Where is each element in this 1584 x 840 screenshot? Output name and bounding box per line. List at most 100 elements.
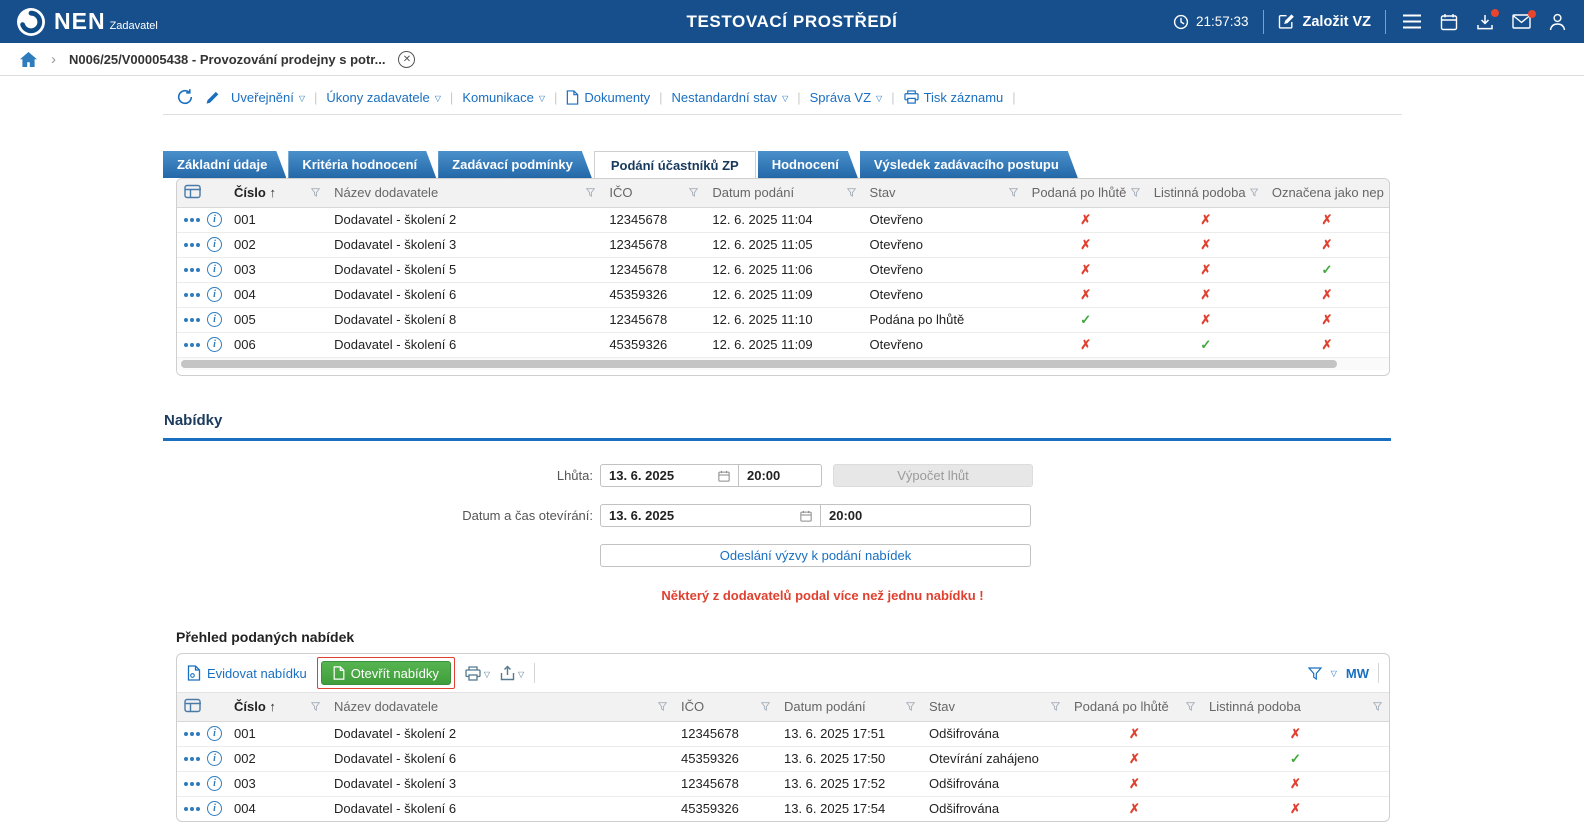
messages-button[interactable] xyxy=(1510,10,1536,31)
table-row[interactable]: i 004 Dodavatel - školení 6 45359326 12. 6. … xyxy=(177,282,1389,308)
info-icon[interactable]: i xyxy=(207,312,222,327)
table-row[interactable]: i 004 Dodavatel - školení 6 45359326 13. 6. … xyxy=(177,796,1389,821)
column-filter-icon[interactable] xyxy=(311,188,321,198)
table-row[interactable]: i 002 Dodavatel - školení 3 12345678 12. 6. … xyxy=(177,232,1389,258)
tab[interactable]: Hodnocení xyxy=(758,151,858,178)
column-header[interactable]: Stav xyxy=(922,693,1067,722)
toolbar-link[interactable]: Komunikace ▽ xyxy=(462,90,545,105)
column-header[interactable]: Název dodavatele xyxy=(327,179,603,208)
row-menu-icon[interactable] xyxy=(184,731,200,736)
horizontal-scrollbar[interactable] xyxy=(177,357,1389,370)
tab[interactable]: Zadávací podmínky xyxy=(438,151,592,178)
grid-settings-header[interactable] xyxy=(177,693,227,722)
column-filter-icon[interactable] xyxy=(1373,702,1382,712)
info-icon[interactable]: i xyxy=(207,801,222,817)
info-icon[interactable]: i xyxy=(207,287,222,302)
opening-date-input[interactable]: 13. 6. 2025 xyxy=(600,504,821,527)
deadline-date-input[interactable]: 13. 6. 2025 xyxy=(600,464,739,487)
column-filter-icon[interactable] xyxy=(1008,188,1018,198)
info-icon[interactable]: i xyxy=(207,726,222,741)
menu-button[interactable] xyxy=(1400,12,1424,31)
calendar-icon[interactable] xyxy=(800,510,812,522)
tab[interactable]: Výsledek zadávacího postupu xyxy=(860,151,1078,178)
tab[interactable]: Základní údaje xyxy=(163,151,286,178)
chevron-down-icon[interactable]: ▽ xyxy=(1331,669,1337,678)
send-invite-button[interactable]: Odeslání výzvy k podání nabídek xyxy=(600,544,1031,567)
compute-deadlines-button[interactable]: Výpočet lhůt xyxy=(833,464,1033,487)
row-menu-icon[interactable] xyxy=(184,242,200,247)
print-menu-button[interactable]: ▽ xyxy=(465,665,490,681)
toolbar-link[interactable]: Tisk záznamu xyxy=(903,90,1003,105)
info-icon[interactable]: i xyxy=(207,262,222,277)
profile-button[interactable] xyxy=(1547,11,1568,33)
history-button[interactable] xyxy=(176,88,194,106)
row-menu-icon[interactable] xyxy=(184,781,200,786)
row-menu-icon[interactable] xyxy=(184,756,200,761)
info-icon[interactable]: i xyxy=(207,237,222,252)
table-row[interactable]: i 001 Dodavatel - školení 2 12345678 13. 6. … xyxy=(177,721,1389,747)
column-filter-icon[interactable] xyxy=(658,702,667,712)
column-filter-icon[interactable] xyxy=(906,702,915,712)
column-filter-icon[interactable] xyxy=(1186,702,1195,712)
toolbar-link[interactable]: Nestandardní stav ▽ xyxy=(672,90,789,105)
column-header[interactable]: IČO xyxy=(674,693,777,722)
column-header[interactable]: Označena jako nep xyxy=(1264,179,1389,208)
home-button[interactable] xyxy=(19,51,38,68)
filter-button[interactable] xyxy=(1307,666,1322,680)
column-header[interactable]: Datum podání xyxy=(777,693,922,722)
toolbar-link[interactable]: Úkony zadavatele ▽ xyxy=(326,90,441,105)
column-header[interactable]: Podaná po lhůtě xyxy=(1067,693,1202,722)
calendar-button[interactable] xyxy=(1438,11,1460,33)
column-header[interactable]: Název dodavatele xyxy=(327,693,674,722)
create-vz-button[interactable]: Založit VZ xyxy=(1278,13,1371,30)
calendar-icon[interactable] xyxy=(718,470,730,482)
open-offers-button[interactable]: Otevřít nabídky xyxy=(320,661,451,685)
table-row[interactable]: i 005 Dodavatel - školení 8 12345678 12. 6. … xyxy=(177,307,1389,333)
breadcrumb-item[interactable]: N006/25/V00005438 - Provozování prodejny… xyxy=(69,52,385,67)
column-header[interactable]: Číslo ↑ xyxy=(227,179,328,208)
row-menu-icon[interactable] xyxy=(184,342,200,347)
column-filter-icon[interactable] xyxy=(846,188,856,198)
table-row[interactable]: i 001 Dodavatel - školení 2 12345678 12. 6. … xyxy=(177,207,1389,233)
toolbar-link[interactable]: Správa VZ ▽ xyxy=(810,90,883,105)
close-tab-icon[interactable]: ✕ xyxy=(398,50,416,68)
table-row[interactable]: i 006 Dodavatel - školení 6 45359326 12. 6. … xyxy=(177,332,1389,357)
info-icon[interactable]: i xyxy=(207,751,222,766)
row-menu-icon[interactable] xyxy=(184,267,200,272)
tab[interactable]: Podání účastníků ZP xyxy=(593,151,756,178)
deadline-time-input[interactable]: 20:00 xyxy=(739,464,822,487)
column-filter-icon[interactable] xyxy=(1249,188,1258,197)
info-icon[interactable]: i xyxy=(207,212,222,227)
toolbar-link[interactable]: Uveřejnění ▽ xyxy=(231,90,305,105)
column-header[interactable]: Listinná podoba xyxy=(1202,693,1389,722)
column-header[interactable]: Stav xyxy=(862,179,1025,208)
downloads-button[interactable] xyxy=(1474,8,1499,33)
column-header[interactable]: IČO xyxy=(602,179,706,208)
tab[interactable]: Kritéria hodnocení xyxy=(288,151,436,178)
column-header[interactable]: Listinná podoba xyxy=(1146,179,1265,208)
column-filter-icon[interactable] xyxy=(1051,702,1060,712)
table-row[interactable]: i 002 Dodavatel - školení 6 45359326 13. 6. … xyxy=(177,746,1389,772)
column-filter-icon[interactable] xyxy=(689,188,699,198)
row-menu-icon[interactable] xyxy=(184,806,200,811)
info-icon[interactable]: i xyxy=(207,337,222,353)
opening-time-input[interactable]: 20:00 xyxy=(821,504,1031,527)
row-menu-icon[interactable] xyxy=(184,292,200,297)
column-header[interactable]: Podaná po lhůtě xyxy=(1024,179,1147,208)
toolbar-link[interactable]: Dokumenty xyxy=(566,90,650,105)
table-row[interactable]: i 003 Dodavatel - školení 5 12345678 12. 6. … xyxy=(177,257,1389,283)
grid-settings-header[interactable] xyxy=(177,179,228,208)
scrollbar-thumb[interactable] xyxy=(181,360,1337,368)
edit-button[interactable] xyxy=(205,90,220,105)
column-filter-icon[interactable] xyxy=(311,702,320,712)
row-menu-icon[interactable] xyxy=(184,317,200,322)
filter-preset-label[interactable]: MW xyxy=(1346,666,1369,681)
register-offer-button[interactable]: Evidovat nabídku xyxy=(187,665,307,681)
export-menu-button[interactable]: ▽ xyxy=(500,665,524,681)
column-filter-icon[interactable] xyxy=(1130,188,1140,198)
info-icon[interactable]: i xyxy=(207,776,222,791)
column-header[interactable]: Datum podání xyxy=(705,179,863,208)
column-filter-icon[interactable] xyxy=(586,188,596,198)
column-header[interactable]: Číslo ↑ xyxy=(227,693,327,722)
nen-logo[interactable]: NEN Zadavatel xyxy=(16,7,158,37)
